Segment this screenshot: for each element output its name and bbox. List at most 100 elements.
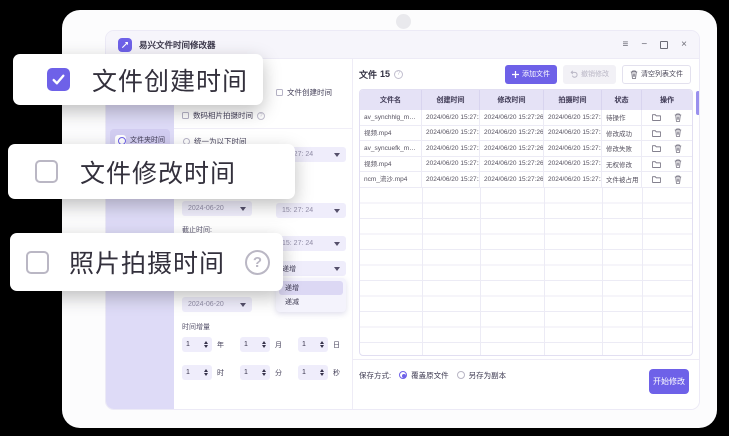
col-ops: 操作 <box>642 90 692 110</box>
unchecked-checkbox-icon[interactable] <box>35 160 58 183</box>
trash-icon <box>630 70 638 79</box>
spinner-arrows-icon[interactable] <box>204 369 208 377</box>
order-select[interactable]: 递增 <box>276 261 346 276</box>
dropdown-option-increase[interactable]: 递增 <box>279 281 343 295</box>
spinner-arrows-icon[interactable] <box>320 341 324 349</box>
close-icon[interactable]: × <box>681 40 687 50</box>
time-select-2-value: 15: 27: 24 <box>282 207 313 214</box>
help-icon[interactable]: ? <box>257 112 265 120</box>
status-badge: 文件被占用 <box>602 172 642 188</box>
file-name: 视频.mp4 <box>360 126 422 142</box>
save-mode-label: 保存方式: <box>359 370 391 381</box>
add-files-button[interactable]: 添加文件 <box>505 65 557 84</box>
undo-changes-button[interactable]: 撤销修改 <box>563 65 616 84</box>
maximize-icon[interactable] <box>660 41 668 49</box>
caret-down-icon <box>334 209 340 213</box>
table-row: ncm_流沙.mp4 2024/06/20 15:27:26 2024/06/2… <box>360 172 692 188</box>
modified-time: 2024/06/20 15:27:26 <box>480 110 544 126</box>
dropdown-option-decrease[interactable]: 递减 <box>279 295 343 309</box>
open-folder-icon[interactable] <box>652 113 661 121</box>
open-folder-icon[interactable] <box>652 160 661 168</box>
unchecked-checkbox-icon[interactable] <box>26 251 49 274</box>
radio-selected-icon[interactable] <box>399 371 407 379</box>
start-modify-button[interactable]: 开始修改 <box>649 369 689 394</box>
undo-changes-label: 撤销修改 <box>581 69 609 79</box>
save-copy-radio-option[interactable]: 另存为副本 <box>457 370 507 381</box>
shot-time: 2024/06/20 15:27:26 <box>544 157 602 173</box>
minimize-icon[interactable]: − <box>641 40 647 50</box>
spinner-arrows-icon[interactable] <box>204 341 208 349</box>
digital-photo-checkbox[interactable] <box>182 112 189 119</box>
caret-down-icon <box>240 303 246 307</box>
create-time-checkbox-row: 文件创建时间 <box>276 87 332 98</box>
stepper-year: 1 年 <box>182 337 224 352</box>
save-mode-row: 保存方式: 覆盖原文件 另存为副本 <box>359 366 506 384</box>
col-created: 创建时间 <box>422 90 480 110</box>
delete-row-icon[interactable] <box>674 159 682 168</box>
created-time: 2024/06/20 15:27:26 <box>422 157 480 173</box>
overwrite-radio-option[interactable]: 覆盖原文件 <box>399 370 449 381</box>
minute-stepper[interactable]: 1 <box>240 365 270 380</box>
delete-row-icon[interactable] <box>674 113 682 122</box>
stage: 易兴文件时间修改器 ≡ − × 文件夹时间 文件创建时间 <box>0 0 729 436</box>
digital-photo-checkbox-row: 数码相片拍摄时间 ? <box>182 110 265 121</box>
create-time-checkbox[interactable] <box>276 89 283 96</box>
files-table: 文件名 创建时间 修改时间 拍摄时间 状态 操作 av_synchhlg_mp4… <box>359 89 693 356</box>
row-actions <box>642 126 692 142</box>
app-logo-icon <box>118 38 132 52</box>
modified-time: 2024/06/20 15:27:26 <box>480 157 544 173</box>
time-select-3[interactable]: 15: 27: 24 <box>276 236 346 251</box>
open-folder-icon[interactable] <box>652 129 661 137</box>
hour-unit: 时 <box>217 368 224 378</box>
order-dropdown-list: 递增 递减 <box>276 278 346 312</box>
files-panel: 文件 15 ? 添加文件 撤销修改 清空列表文件 <box>353 59 699 409</box>
spinner-arrows-icon[interactable] <box>262 341 266 349</box>
table-header: 文件名 创建时间 修改时间 拍摄时间 状态 操作 <box>360 90 692 110</box>
divider <box>353 359 699 360</box>
increment-label: 时间增量 <box>182 322 210 332</box>
help-icon[interactable]: ? <box>394 70 403 79</box>
start-date-select[interactable]: 2024-06-20 <box>182 201 252 216</box>
minute-value: 1 <box>244 369 248 376</box>
delete-row-icon[interactable] <box>674 175 682 184</box>
clear-list-label: 清空列表文件 <box>641 69 683 79</box>
divider <box>174 128 352 129</box>
files-count: 15 <box>380 69 390 79</box>
callout-shoot-time: 照片拍摄时间 ? <box>10 233 283 291</box>
undo-icon <box>570 70 578 78</box>
help-icon[interactable]: ? <box>245 250 270 275</box>
clear-list-button[interactable]: 清空列表文件 <box>622 65 691 84</box>
files-toolbar: 文件 15 ? 添加文件 撤销修改 清空列表文件 <box>359 64 691 84</box>
table-scrollbar[interactable] <box>696 91 700 115</box>
delete-row-icon[interactable] <box>674 128 682 137</box>
plus-icon <box>512 71 519 78</box>
radio-unselected-icon[interactable] <box>457 371 465 379</box>
spinner-arrows-icon[interactable] <box>262 369 266 377</box>
second-stepper[interactable]: 1 <box>298 365 328 380</box>
delete-row-icon[interactable] <box>674 144 682 153</box>
hour-stepper[interactable]: 1 <box>182 365 212 380</box>
year-stepper[interactable]: 1 <box>182 337 212 352</box>
checked-checkbox-icon[interactable] <box>47 68 70 91</box>
time-select-2[interactable]: 15: 27: 24 <box>276 203 346 218</box>
open-folder-icon[interactable] <box>652 144 661 152</box>
month-value: 1 <box>244 341 248 348</box>
status-badge: 待操作 <box>602 110 642 126</box>
col-shot: 拍摄时间 <box>544 90 602 110</box>
table-row: 视频.mp4 2024/06/20 15:27:26 2024/06/20 15… <box>360 126 692 142</box>
modified-time: 2024/06/20 15:27:26 <box>480 141 544 157</box>
end-date-select[interactable]: 2024-06-20 <box>182 297 252 312</box>
spinner-arrows-icon[interactable] <box>320 369 324 377</box>
day-unit: 日 <box>333 340 340 350</box>
col-status: 状态 <box>602 90 642 110</box>
callout-label: 文件创建时间 <box>92 62 248 98</box>
month-unit: 月 <box>275 340 282 350</box>
menu-icon[interactable]: ≡ <box>622 40 628 50</box>
table-row: av_syncuefk_mp4... 2024/06/20 15:27:26 2… <box>360 141 692 157</box>
month-stepper[interactable]: 1 <box>240 337 270 352</box>
created-time: 2024/06/20 15:27:26 <box>422 141 480 157</box>
open-folder-icon[interactable] <box>652 175 661 183</box>
toolbar-buttons: 添加文件 撤销修改 清空列表文件 <box>505 65 691 84</box>
end-date-value: 2024-06-20 <box>188 301 224 308</box>
day-stepper[interactable]: 1 <box>298 337 328 352</box>
